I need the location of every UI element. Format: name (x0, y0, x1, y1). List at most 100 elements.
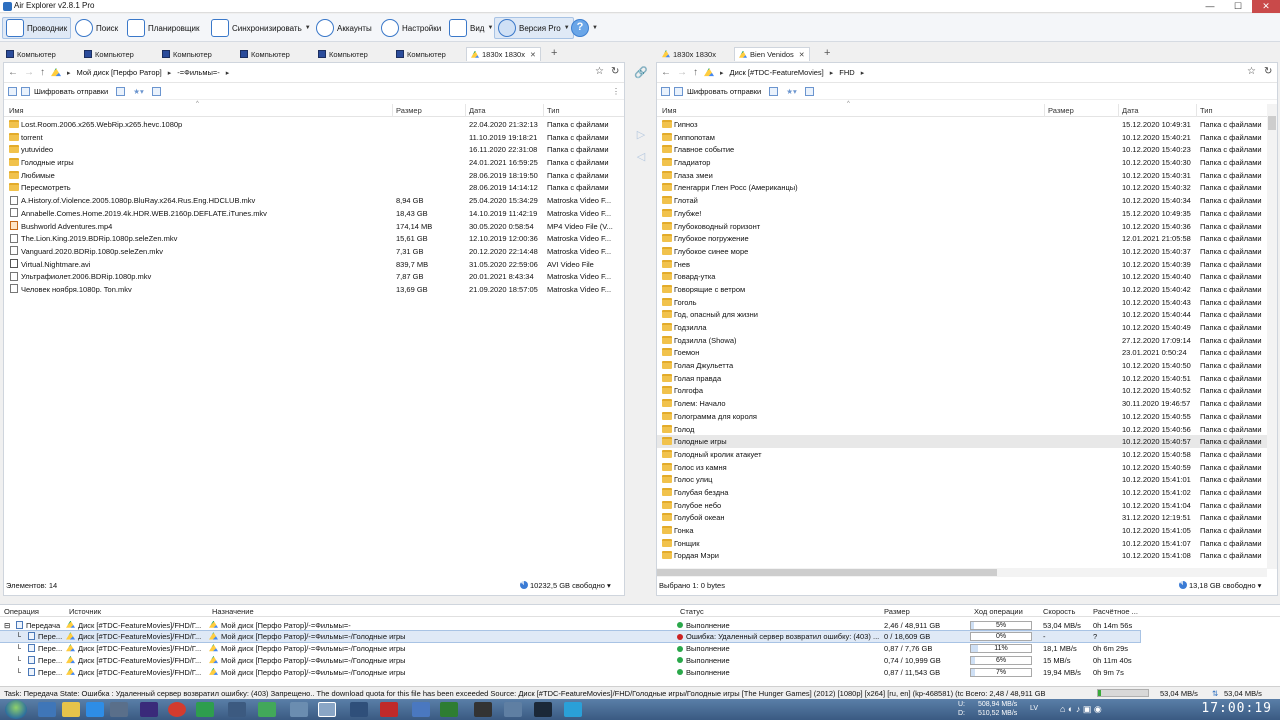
list-item[interactable]: Говард-утка 10.12.2020 15:40:40 Папка с фа… (657, 270, 1267, 283)
column-type[interactable]: Тип (1200, 106, 1213, 115)
list-item[interactable]: Гоемон 23.01.2021 0:50:24 Папка с файлами (657, 346, 1267, 359)
taskbar-app-icon[interactable] (140, 702, 158, 717)
forward-arrow-icon[interactable]: → (677, 67, 687, 78)
tab-gdrive-right-1[interactable]: 1830x 1830x (658, 47, 720, 61)
settings-button[interactable]: Настройки (378, 17, 444, 39)
expand-icon[interactable]: ⊟ (4, 621, 10, 630)
op-col-source[interactable]: Источник (69, 607, 101, 616)
free-space[interactable]: 13,18 GB свободно ▾ (1179, 581, 1261, 590)
refresh-icon[interactable]: ↻ (1264, 66, 1272, 77)
tab-gdrive-left[interactable]: 1830x 1830x ✕ (466, 47, 541, 61)
pro-version-button[interactable]: Версия Pro ▼ (494, 17, 574, 39)
breadcrumb-item[interactable]: Диск [#TDC-FeatureMovies] (730, 68, 824, 77)
minimize-button[interactable]: — (1196, 0, 1224, 13)
list-item[interactable]: Год, опасный для жизни 10.12.2020 15:40:4… (657, 308, 1267, 321)
taskbar-app-icon[interactable] (258, 702, 276, 717)
taskbar-app-icon[interactable] (380, 702, 398, 717)
lock-icon[interactable] (674, 86, 683, 96)
taskbar-app-icon[interactable] (86, 702, 104, 717)
list-item[interactable]: Голос из камня 10.12.2020 15:40:59 Папка с… (657, 461, 1267, 474)
more-icon[interactable]: ⋮ (612, 87, 620, 96)
list-item[interactable]: Голая Джульетта 10.12.2020 15:40:50 Папка … (657, 359, 1267, 372)
add-tab-button[interactable]: + (551, 47, 557, 60)
new-folder-icon[interactable] (8, 86, 17, 96)
link-icon[interactable]: 🔗 (628, 66, 654, 79)
list-item[interactable]: Гиппопотам 10.12.2020 15:40:21 Папка с фай… (657, 131, 1267, 144)
taskbar-app-icon[interactable] (412, 702, 430, 717)
list-item[interactable]: Голубое небо 10.12.2020 15:41:04 Папка с ф… (657, 499, 1267, 512)
scheduler-button[interactable]: Планировщик (124, 17, 202, 39)
tab-computer-2[interactable]: Компьютер (80, 47, 138, 61)
back-arrow-icon[interactable]: ← (8, 67, 18, 78)
tray-icons[interactable]: ⌂ ◐ ♪ ▣ ◉ (1060, 704, 1102, 715)
list-item[interactable]: Говорящие с ветром 10.12.2020 15:40:42 Пап… (657, 283, 1267, 296)
operation-row[interactable]: └ Пере... Диск [#TDC-FeatureMovies]/FHD/Г.… (0, 654, 1280, 666)
settings-small-icon[interactable] (151, 86, 161, 96)
operation-row[interactable]: └ Пере... Диск [#TDC-FeatureMovies]/FHD/Г.… (0, 666, 1280, 678)
op-col-operation[interactable]: Операция (4, 607, 39, 616)
list-item[interactable]: Годзилла 10.12.2020 15:40:49 Папка с файла… (657, 321, 1267, 334)
list-item[interactable]: Глаза змеи 10.12.2020 15:40:31 Папка с фай… (657, 169, 1267, 182)
list-item[interactable]: Vanguard.2020.BDRip.1080p.seleZen.mkv 7,3… (4, 245, 624, 258)
add-tab-button[interactable]: + (824, 47, 830, 60)
tab-computer-4[interactable]: Компьютер (236, 47, 294, 61)
list-item[interactable]: Lost.Room.2006.x265.WebRip.x265.hevc.108… (4, 118, 624, 131)
taskbar-app-icon[interactable] (228, 702, 246, 717)
list-item[interactable]: Глубоководный горизонт 10.12.2020 15:40:3… (657, 220, 1267, 233)
tab-computer-3[interactable]: Компьютер (158, 47, 216, 61)
network-icon[interactable] (116, 86, 126, 96)
language-indicator[interactable]: LV (1030, 705, 1038, 712)
accounts-button[interactable]: Аккаунты (313, 17, 375, 39)
taskbar-app-icon[interactable] (534, 702, 552, 717)
list-item[interactable]: Гипноз 15.12.2020 10:49:31 Папка с файлами (657, 118, 1267, 131)
list-item[interactable]: Голубой океан 31.12.2020 12:19:51 Папка с … (657, 511, 1267, 524)
breadcrumb-item[interactable]: FHD (839, 68, 854, 77)
list-item[interactable]: Голодные игры 10.12.2020 15:40:57 Папка с … (657, 435, 1267, 448)
taskbar-app-icon[interactable] (196, 702, 214, 717)
list-item[interactable]: Гнев 10.12.2020 15:40:39 Папка с файлами (657, 258, 1267, 271)
close-window-button[interactable]: ✕ (1252, 0, 1280, 13)
forward-arrow-icon[interactable]: → (24, 67, 34, 78)
tab-gdrive-right-2[interactable]: Bien Venidos ✕ (734, 47, 810, 61)
list-item[interactable]: Годзилла (Showa) 27.12.2020 17:09:14 Папка… (657, 334, 1267, 347)
list-item[interactable]: Главное событие 10.12.2020 15:40:23 Папка … (657, 143, 1267, 156)
list-item[interactable]: Virtual.Nightmare.avi 839,7 MB 31.05.2020 … (4, 258, 624, 271)
sync-button[interactable]: Синхронизировать ▼ (208, 17, 314, 39)
list-item[interactable]: Голгофа 10.12.2020 15:40:52 Папка с файлам… (657, 384, 1267, 397)
column-name[interactable]: Имя (662, 106, 677, 115)
taskbar-app-icon[interactable] (350, 702, 368, 717)
breadcrumb-item[interactable]: Мой диск [Перфо Ратор] (77, 68, 162, 77)
taskbar-app-icon[interactable] (504, 702, 522, 717)
scrollbar-thumb[interactable] (1268, 116, 1276, 130)
new-folder-icon[interactable] (661, 86, 670, 96)
vertical-scrollbar[interactable] (1267, 104, 1277, 569)
taskbar-app-icon[interactable] (318, 702, 336, 717)
list-item[interactable]: A.History.of.Violence.2005.1080p.BluRay.… (4, 194, 624, 207)
tab-computer-1[interactable]: Компьютер (2, 47, 60, 61)
taskbar-app-icon[interactable] (62, 702, 80, 717)
column-name[interactable]: Имя (9, 106, 24, 115)
list-item[interactable]: Глубокое синее море 10.12.2020 15:40:37 Па… (657, 245, 1267, 258)
list-item[interactable]: Человек ноября.1080p. Ton.mkv 13,69 GB 21.… (4, 283, 624, 296)
tab-computer-6[interactable]: Компьютер (392, 47, 450, 61)
list-item[interactable]: torrent 11.10.2019 19:18:21 Папка с файлам… (4, 131, 624, 144)
settings-small-icon[interactable] (804, 86, 814, 96)
op-col-progress[interactable]: Ход операции (974, 607, 1023, 616)
free-space[interactable]: 10232,5 GB свободно ▾ (520, 581, 611, 590)
star-filter-icon[interactable]: ★▾ (786, 87, 797, 96)
close-icon[interactable]: ✕ (799, 51, 805, 59)
scrollbar-thumb[interactable] (657, 569, 997, 576)
column-date[interactable]: Дата (1122, 106, 1139, 115)
close-icon[interactable]: ✕ (530, 51, 536, 59)
clock[interactable]: 17:00:19 (1201, 701, 1272, 716)
lock-icon[interactable] (21, 86, 30, 96)
list-item[interactable]: Голос улиц 10.12.2020 15:41:01 Папка с фай… (657, 473, 1267, 486)
list-item[interactable]: Гладиатор 10.12.2020 15:40:30 Папка с файл… (657, 156, 1267, 169)
copy-left-arrow-icon[interactable]: ◁ (628, 150, 654, 163)
taskbar-app-icon[interactable] (168, 702, 186, 717)
list-item[interactable]: Голограмма для короля 10.12.2020 15:40:55… (657, 410, 1267, 423)
list-item[interactable]: Голубая бездна 10.12.2020 15:41:02 Папка с… (657, 486, 1267, 499)
operation-row[interactable]: └ Пере... Диск [#TDC-FeatureMovies]/FHD/Г.… (0, 629, 1141, 644)
star-icon[interactable]: ☆ (595, 66, 604, 77)
breadcrumb-item[interactable]: -=Фильмы=- (177, 68, 219, 77)
